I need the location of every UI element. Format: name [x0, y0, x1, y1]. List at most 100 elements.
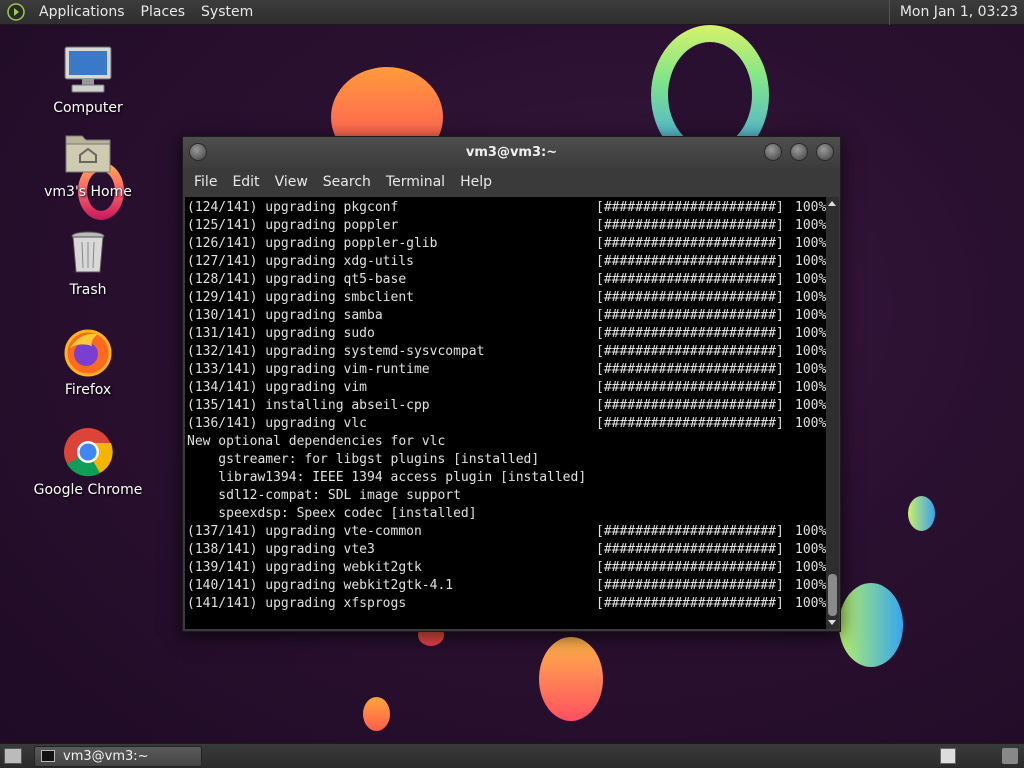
terminal-line-text: (132/141) upgrading systemd-sysvcompat — [187, 344, 485, 359]
progress-percent: 100% — [795, 596, 826, 611]
progress-percent: 100% — [795, 362, 826, 377]
progress-percent: 100% — [795, 542, 826, 557]
terminal-window[interactable]: vm3@vm3:~ File Edit View Search Terminal… — [182, 136, 841, 632]
progress-percent: 100% — [795, 308, 826, 323]
terminal-line-text: (136/141) upgrading vlc — [187, 416, 368, 431]
taskbar-button-terminal[interactable]: vm3@vm3:~ — [34, 746, 202, 767]
terminal-line-text: (126/141) upgrading poppler-glib — [187, 236, 438, 251]
trash-applet-icon[interactable] — [1002, 748, 1018, 764]
minimize-button[interactable] — [764, 143, 782, 161]
firefox-icon — [62, 326, 114, 378]
progress-bar-text: [######################] — [596, 578, 784, 593]
terminal-line-text: (133/141) upgrading vim-runtime — [187, 362, 430, 377]
menu-applications[interactable]: Applications — [31, 0, 133, 25]
computer-icon — [62, 44, 114, 96]
progress-bar-text: [######################] — [596, 344, 784, 359]
terminal-line-text: (127/141) upgrading xdg-utils — [187, 254, 414, 269]
progress-percent: 100% — [795, 290, 826, 305]
trash-icon — [62, 226, 114, 278]
window-menubar: File Edit View Search Terminal Help — [183, 168, 840, 196]
wallpaper-orange-ellipse — [539, 637, 603, 721]
progress-bar-text: [######################] — [596, 236, 784, 251]
terminal-line-text: (135/141) installing abseil-cpp — [187, 398, 430, 413]
terminal-line-text: (134/141) upgrading vim — [187, 380, 368, 395]
wallpaper-small-orange-dot — [363, 697, 390, 731]
terminal-line: (125/141) upgrading poppler [############… — [187, 217, 826, 235]
wallpaper-small-blue-dot — [908, 496, 935, 531]
workspace-switcher[interactable] — [940, 748, 956, 764]
terminal-icon — [41, 750, 55, 762]
scrollbar-thumb[interactable] — [828, 574, 837, 616]
wallpaper-blue-ellipse — [839, 583, 903, 667]
desktop-icon-chrome[interactable]: Google Chrome — [33, 426, 143, 498]
terminal-scrollbar[interactable] — [826, 197, 839, 629]
window-title: vm3@vm3:~ — [465, 145, 558, 160]
progress-bar-text: [######################] — [596, 416, 784, 431]
terminal-line-text: (137/141) upgrading vte-common — [187, 524, 422, 539]
progress-bar-text: [######################] — [596, 272, 784, 287]
progress-bar-text: [######################] — [596, 290, 784, 305]
scroll-up-arrow-icon[interactable] — [828, 201, 836, 206]
menu-file[interactable]: File — [187, 174, 225, 190]
terminal-output[interactable]: (124/141) upgrading pkgconf [############… — [185, 197, 826, 629]
show-desktop-icon[interactable] — [4, 748, 22, 764]
desktop-icon-label: Firefox — [64, 382, 112, 398]
progress-percent: 100% — [795, 272, 826, 287]
progress-bar-text: [######################] — [596, 254, 784, 269]
desktop-icon-label: Trash — [69, 282, 107, 298]
desktop-icon-computer[interactable]: Computer — [33, 44, 143, 116]
progress-bar-text: [######################] — [596, 218, 784, 233]
desktop-icon-firefox[interactable]: Firefox — [33, 326, 143, 398]
terminal-line-text: (129/141) upgrading smbclient — [187, 290, 414, 305]
terminal-line-text: (128/141) upgrading qt5-base — [187, 272, 407, 287]
terminal-line: (139/141) upgrading webkit2gtk [#########… — [187, 559, 826, 577]
scroll-down-arrow-icon[interactable] — [828, 620, 836, 625]
terminal-line-text: (138/141) upgrading vte3 — [187, 542, 375, 557]
terminal-line-text: (140/141) upgrading webkit2gtk-4.1 — [187, 578, 454, 593]
menu-search[interactable]: Search — [316, 174, 379, 190]
terminal-line-text: gstreamer: for libgst plugins [installed… — [187, 452, 540, 467]
menu-edit[interactable]: Edit — [225, 174, 267, 190]
terminal-line-text: (139/141) upgrading webkit2gtk — [187, 560, 422, 575]
terminal-line: (132/141) upgrading systemd-sysvcompat [#… — [187, 343, 826, 361]
menu-view[interactable]: View — [268, 174, 316, 190]
terminal-line: libraw1394: IEEE 1394 access plugin [ins… — [187, 469, 826, 487]
window-menu-button[interactable] — [189, 143, 207, 161]
terminal-line-text: speexdsp: Speex codec [installed] — [187, 506, 477, 521]
maximize-button[interactable] — [790, 143, 808, 161]
terminal-line: (137/141) upgrading vte-common [#########… — [187, 523, 826, 541]
progress-bar-text: [######################] — [596, 560, 784, 575]
progress-bar-text: [######################] — [596, 362, 784, 377]
desktop-icon-label: vm3's Home — [44, 184, 132, 200]
menu-places[interactable]: Places — [133, 0, 194, 25]
terminal-line-text: (141/141) upgrading xfsprogs — [187, 596, 407, 611]
terminal-line: (126/141) upgrading poppler-glib [#######… — [187, 235, 826, 253]
gnome-foot-icon[interactable] — [7, 3, 25, 21]
progress-bar-text: [######################] — [596, 398, 784, 413]
desktop-icon-home[interactable]: vm3's Home — [33, 128, 143, 200]
terminal-line: speexdsp: Speex codec [installed] — [187, 505, 826, 523]
progress-percent: 100% — [795, 524, 826, 539]
progress-percent: 100% — [795, 560, 826, 575]
progress-percent: 100% — [795, 380, 826, 395]
progress-percent: 100% — [795, 326, 826, 341]
progress-bar-text: [######################] — [596, 380, 784, 395]
terminal-line: (131/141) upgrading sudo [###############… — [187, 325, 826, 343]
home-folder-icon — [62, 128, 114, 180]
close-button[interactable] — [816, 143, 834, 161]
clock[interactable]: Mon Jan 1, 03:23 — [888, 0, 1024, 25]
progress-bar-text: [######################] — [596, 308, 784, 323]
terminal-line-text: sdl12-compat: SDL image support — [187, 488, 461, 503]
terminal-line: (135/141) installing abseil-cpp [########… — [187, 397, 826, 415]
menu-system[interactable]: System — [193, 0, 261, 25]
terminal-line-text: (131/141) upgrading sudo — [187, 326, 375, 341]
terminal-line: New optional dependencies for vlc — [187, 433, 826, 451]
menu-help[interactable]: Help — [453, 174, 500, 190]
desktop-icon-label: Google Chrome — [33, 482, 143, 498]
desktop-icon-trash[interactable]: Trash — [33, 226, 143, 298]
menu-terminal[interactable]: Terminal — [379, 174, 453, 190]
terminal-line: (124/141) upgrading pkgconf [############… — [187, 199, 826, 217]
window-titlebar[interactable]: vm3@vm3:~ — [183, 137, 840, 168]
taskbar-button-label: vm3@vm3:~ — [63, 749, 149, 764]
terminal-line: (134/141) upgrading vim [################… — [187, 379, 826, 397]
